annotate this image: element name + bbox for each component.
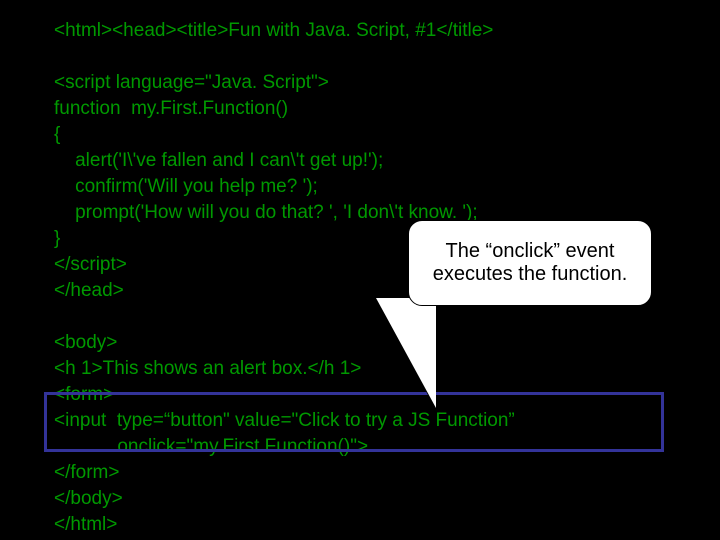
highlight-box (44, 392, 664, 452)
callout-box: The “onclick” event executes the functio… (408, 220, 652, 306)
slide: <html><head><title>Fun with Java. Script… (0, 0, 720, 540)
callout-text: The “onclick” event executes the functio… (417, 240, 643, 286)
